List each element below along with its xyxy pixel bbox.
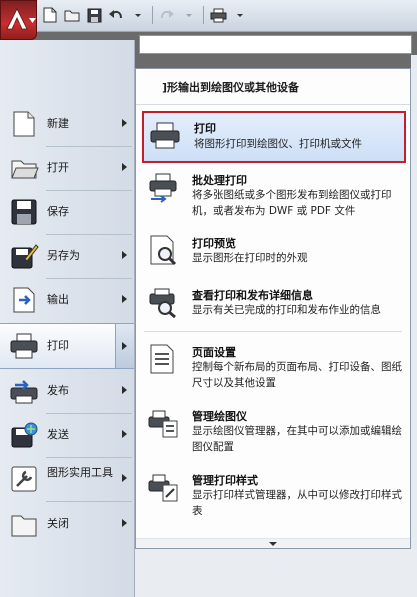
open-folder-icon[interactable] [62,5,82,25]
submenu-item-description: 显示有关已完成的打印和发布作业的信息 [192,304,381,316]
submenu-item-page-setup[interactable]: 页面设置 控制每个新布局的页面布局、打印设备、图纸尺寸以及其他设置 [142,341,406,391]
submenu-item-description: 将多张图纸或多个图形发布到绘图仪或打印机，或者发布为 DWF 或 PDF 文件 [192,189,392,217]
menu-divider [46,501,132,502]
submenu-item-description: 显示打印样式管理器，从中可以修改打印样式表 [192,489,402,517]
plot-details-icon [149,288,176,318]
menu-item-label: 新建 [47,117,69,130]
save-as-icon [11,244,39,269]
submenu-divider [144,331,402,332]
undo-dropdown-icon[interactable] [128,5,148,25]
menu-item-open[interactable]: 打开 [0,147,134,189]
menu-item-label: 另存为 [47,249,80,262]
submenu-arrow-icon [122,474,127,482]
submenu-header: ]形输出到绘图仪或其他设备 [136,69,410,105]
submenu-item-title: 批处理打印 [192,174,247,187]
submenu-item-plot-details[interactable]: 查看打印和发布详细信息 显示有关已完成的打印和发布作业的信息 [142,284,406,324]
menu-item-label: 关闭 [47,517,69,530]
menu-item-label: 发布 [47,384,69,397]
submenu-arrow-icon [122,342,127,350]
submenu-item-description: 显示图形在打印时的外观 [192,252,308,264]
chevron-down-icon [269,541,277,546]
submenu-item-title: 管理打印样式 [192,474,258,487]
menu-item-label: 保存 [47,205,69,218]
submenu-arrow-icon [122,163,127,171]
submenu-item-batch-plot[interactable]: 批处理打印 将多张图纸或多个图形发布到绘图仪或打印机，或者发布为 DWF 或 P… [142,169,406,219]
printer-icon [10,333,38,359]
submenu-item-title: 页面设置 [192,346,236,359]
menu-item-label: 打开 [47,161,69,174]
menu-item-new[interactable]: 新建 [0,103,134,145]
plot-icon[interactable] [208,5,228,25]
menu-item-print[interactable]: 打印 [0,323,134,369]
export-icon [13,287,35,313]
customize-toolbar-dropdown-icon[interactable] [230,5,250,25]
save-disk-icon [11,199,37,225]
submenu-item-description: 显示绘图仪管理器，在其中可以添加或编辑绘图仪配置 [192,425,402,453]
application-menu-button[interactable] [0,0,37,40]
menu-item-label: 输出 [47,293,69,306]
submenu-arrow-icon [122,519,127,527]
menu-item-export[interactable]: 输出 [0,279,134,321]
submenu-item-title: 打印预览 [192,237,236,250]
application-menu-left-panel: 新建 打开 保存 另存为 输出 打印 发布 发送 图形实用工具 关闭 [0,40,135,597]
page-setup-icon [150,344,174,374]
menu-item-send[interactable]: 发送 [0,414,134,456]
submenu-item-plot[interactable]: 打印 将图形打印到绘图仪、打印机或文件 [142,111,406,163]
submenu-item-plot-preview[interactable]: 打印预览 显示图形在打印时的外观 [142,232,406,272]
menu-item-drawing-utilities[interactable]: 图形实用工具 [0,458,134,500]
window-edge [411,55,417,597]
manage-plotters-icon [148,410,178,438]
undo-icon[interactable] [106,5,126,25]
send-icon [11,422,38,448]
batch-plot-icon [149,173,177,203]
search-field[interactable] [139,35,412,56]
submenu-item-description: 控制每个新布局的页面布局、打印设备、图纸尺寸以及其他设置 [192,361,402,389]
drawing-utilities-icon [11,466,37,492]
open-folder-icon [11,160,39,179]
menu-item-save[interactable]: 保存 [0,191,134,233]
submenu-item-manage-plot-styles[interactable]: 管理打印样式 显示打印样式管理器，从中可以修改打印样式表 [142,469,406,519]
submenu-item-title: 查看打印和发布详细信息 [192,289,313,302]
new-file-icon[interactable] [40,5,60,25]
new-document-icon [13,111,35,137]
submenu-arrow-icon [122,295,127,303]
plot-preview-icon [150,235,177,266]
submenu-scroll-down-button[interactable] [136,538,410,548]
menu-item-save-as[interactable]: 另存为 [0,235,134,277]
menu-item-label: 发送 [47,428,69,441]
menu-item-publish[interactable]: 发布 [0,370,134,412]
menu-item-label: 打印 [47,339,69,352]
save-icon[interactable] [84,5,104,25]
menu-item-close[interactable]: 关闭 [0,503,134,545]
toolbar-separator [152,6,153,24]
toolbar-separator [203,6,204,24]
manage-plot-styles-icon [148,474,178,502]
search-input[interactable] [140,39,411,56]
autocad-a-logo-icon [6,8,28,30]
close-folder-icon [11,515,37,537]
quick-access-toolbar [0,0,417,32]
submenu-item-description: 将图形打印到绘图仪、打印机或文件 [194,138,362,150]
app-menu-dropdown-icon [29,18,36,23]
redo-icon[interactable] [157,5,177,25]
submenu-arrow-icon [122,251,127,259]
submenu-item-title: 打印 [194,122,216,135]
submenu-item-title: 管理绘图仪 [192,410,247,423]
submenu-item-manage-plotters[interactable]: 管理绘图仪 显示绘图仪管理器，在其中可以添加或编辑绘图仪配置 [142,405,406,455]
submenu-arrow-icon [122,386,127,394]
menu-footer-area [135,549,417,597]
print-submenu: ]形输出到绘图仪或其他设备 打印 将图形打印到绘图仪、打印机或文件 批处理打印 … [135,68,411,549]
menu-item-label: 图形实用工具 [47,466,113,479]
redo-dropdown-icon[interactable] [179,5,199,25]
submenu-arrow-icon [122,430,127,438]
publish-icon [10,380,38,404]
plot-printer-icon [150,122,180,149]
submenu-arrow-icon [122,119,127,127]
